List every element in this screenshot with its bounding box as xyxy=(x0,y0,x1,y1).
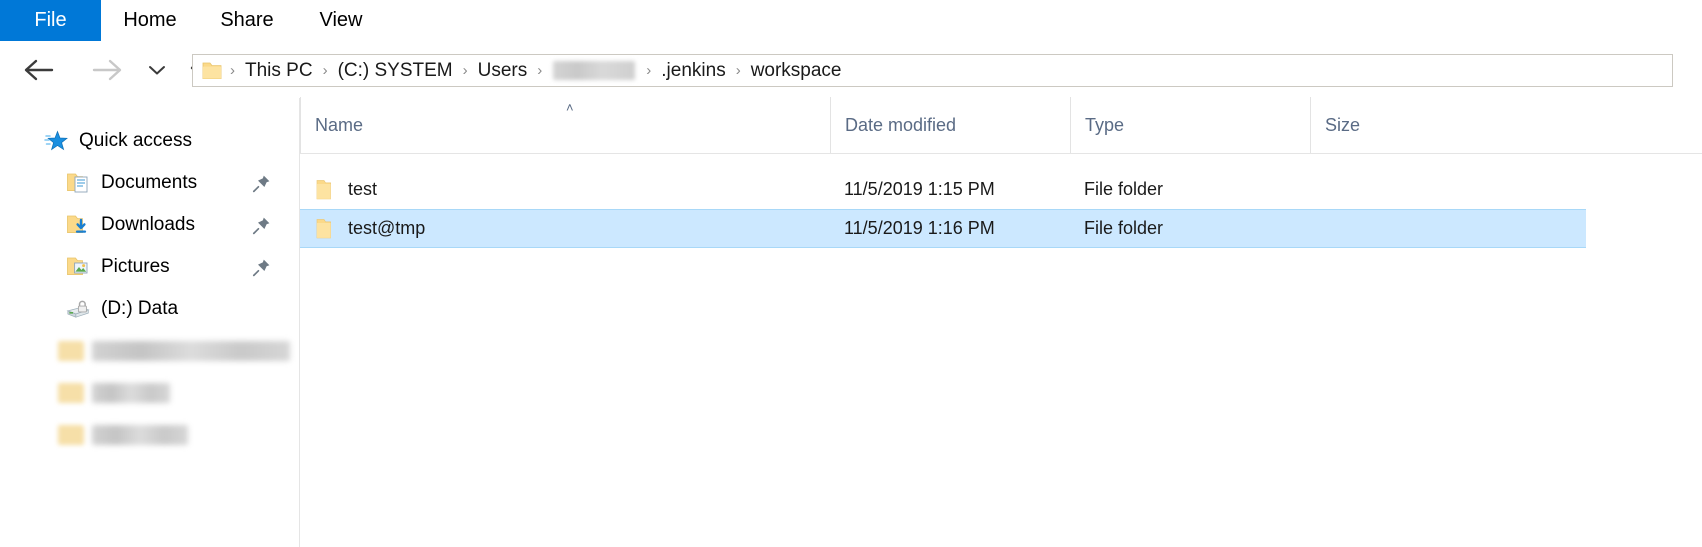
breadcrumb-this-pc[interactable]: This PC xyxy=(242,60,316,82)
breadcrumb-separator: › xyxy=(537,62,543,79)
recent-locations-button[interactable] xyxy=(142,50,172,90)
tab-view[interactable]: View xyxy=(295,0,387,41)
tab-home[interactable]: Home xyxy=(101,0,199,41)
sidebar-item-label-redacted xyxy=(92,425,188,445)
ribbon-tab-bar: File Home Share View xyxy=(0,0,1702,41)
sidebar-item-redacted-1[interactable] xyxy=(0,330,299,372)
forward-button[interactable] xyxy=(80,50,132,90)
documents-folder-icon xyxy=(66,172,92,194)
column-header-label: Date modified xyxy=(845,114,957,135)
folder-icon xyxy=(58,341,84,361)
file-row-type-cell: File folder xyxy=(1084,179,1164,199)
arrow-right-icon xyxy=(92,59,122,80)
breadcrumb-users[interactable]: Users xyxy=(475,60,531,82)
sidebar-item-label: Downloads xyxy=(101,214,195,235)
sidebar-item-downloads[interactable]: Downloads xyxy=(0,204,299,246)
sidebar-item-label: (D:) Data xyxy=(101,298,179,319)
breadcrumb-jenkins[interactable]: .jenkins xyxy=(658,60,728,82)
pin-icon[interactable] xyxy=(252,258,271,282)
explorer-main-area: Quick access Documents Downloads Picture… xyxy=(0,97,1702,547)
sidebar-item-pictures[interactable]: Pictures xyxy=(0,246,299,288)
navigation-pane: Quick access Documents Downloads Picture… xyxy=(0,98,300,547)
folder-icon xyxy=(58,425,84,445)
table-row[interactable]: test@tmp 11/5/2019 1:16 PM File folder xyxy=(300,209,1586,248)
file-explorer-window: File Home Share View › This PC › (C:) SY… xyxy=(0,0,1702,547)
column-header-label: Size xyxy=(1325,114,1361,135)
column-header-date-modified[interactable]: Date modified xyxy=(830,97,1070,153)
sidebar-item-label: Quick access xyxy=(79,130,192,151)
folder-icon xyxy=(314,218,334,240)
file-name-label: test@tmp xyxy=(348,218,426,238)
breadcrumb-workspace[interactable]: workspace xyxy=(748,60,845,82)
column-header-name[interactable]: ˄ Name xyxy=(300,97,830,153)
folder-icon xyxy=(58,383,84,403)
column-header-label: Name xyxy=(315,114,364,135)
sidebar-item-redacted-2[interactable] xyxy=(0,372,299,414)
tab-share[interactable]: Share xyxy=(199,0,295,41)
sort-ascending-icon: ˄ xyxy=(566,100,574,115)
file-row-type-cell: File folder xyxy=(1084,218,1164,238)
sidebar-item-label: Pictures xyxy=(101,256,170,277)
breadcrumb-separator: › xyxy=(646,62,652,79)
file-row-name-cell: test xyxy=(300,179,830,201)
sidebar-item-label: Documents xyxy=(101,172,198,193)
breadcrumb-separator: › xyxy=(462,62,468,79)
sidebar-item-label-redacted xyxy=(92,341,290,361)
breadcrumb-username-redacted[interactable] xyxy=(553,61,636,80)
pictures-folder-icon xyxy=(66,256,92,278)
tab-home-label: Home xyxy=(123,9,177,31)
breadcrumb-separator: › xyxy=(322,62,328,79)
file-row-date-cell: 11/5/2019 1:16 PM xyxy=(844,218,995,238)
sidebar-item-quick-access[interactable]: Quick access xyxy=(0,120,299,162)
breadcrumb-c-system[interactable]: (C:) SYSTEM xyxy=(335,60,456,82)
table-row[interactable]: test 11/5/2019 1:15 PM File folder xyxy=(300,170,1586,209)
downloads-folder-icon xyxy=(66,214,92,236)
pin-icon[interactable] xyxy=(252,216,271,240)
sidebar-item-d-data[interactable]: (D:) Data xyxy=(0,288,299,330)
tab-view-label: View xyxy=(319,9,363,31)
chevron-down-icon xyxy=(149,65,165,74)
file-row-date-cell: 11/5/2019 1:15 PM xyxy=(844,179,995,199)
column-header-type[interactable]: Type xyxy=(1070,97,1310,153)
sidebar-item-redacted-3[interactable] xyxy=(0,414,299,456)
quick-access-star-icon xyxy=(44,129,70,153)
back-button[interactable] xyxy=(14,50,66,90)
column-header-size[interactable]: Size xyxy=(1310,97,1595,153)
folder-icon xyxy=(202,62,222,79)
column-header-label: Type xyxy=(1085,114,1125,135)
tab-file[interactable]: File xyxy=(0,0,101,41)
address-bar[interactable]: › This PC › (C:) SYSTEM › Users › › .jen… xyxy=(192,54,1673,87)
sidebar-item-documents[interactable]: Documents xyxy=(0,162,299,204)
locked-drive-icon xyxy=(66,297,92,321)
pin-icon[interactable] xyxy=(252,174,271,198)
folder-icon xyxy=(314,179,334,201)
tab-share-label: Share xyxy=(220,9,274,31)
column-header-row: ˄ Name Date modified Type Size xyxy=(300,97,1702,154)
tab-file-label: File xyxy=(34,9,67,31)
file-name-label: test xyxy=(348,179,378,199)
arrow-left-icon xyxy=(24,59,54,80)
file-list-pane: ˄ Name Date modified Type Size test 11/5… xyxy=(300,97,1702,547)
breadcrumb-separator: › xyxy=(735,62,741,79)
file-row-name-cell: test@tmp xyxy=(300,218,830,240)
sidebar-item-label-redacted xyxy=(92,383,170,403)
breadcrumb-separator: › xyxy=(230,62,235,79)
